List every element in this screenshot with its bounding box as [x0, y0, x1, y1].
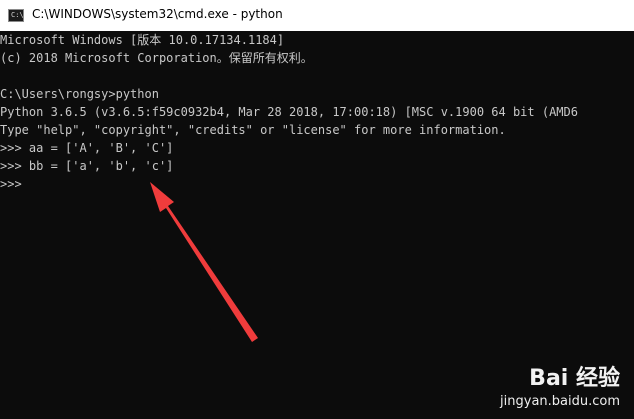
console-line: >>> aa = ['A', 'B', 'C'] [0, 141, 174, 155]
console-line: Type "help", "copyright", "credits" or "… [0, 123, 506, 137]
title-bar[interactable]: C:\ C:\WINDOWS\system32\cmd.exe - python [0, 0, 634, 31]
console-prompt-line[interactable]: >>> [0, 175, 29, 193]
console-line: Microsoft Windows [版本 10.0.17134.1184] [0, 33, 285, 47]
console-line: >>> bb = ['a', 'b', 'c'] [0, 159, 174, 173]
console-line: C:\Users\rongsy>python [0, 87, 159, 101]
watermark-brand: Bai 经验 [529, 366, 620, 391]
watermark-url: jingyan.baidu.com [500, 394, 620, 409]
cmd-icon-label: C:\ [11, 11, 24, 19]
console-line: (c) 2018 Microsoft Corporation。保留所有权利。 [0, 51, 313, 65]
window-title: C:\WINDOWS\system32\cmd.exe - python [32, 7, 283, 21]
cmd-window-icon[interactable]: C:\ [8, 9, 24, 22]
console-line: Python 3.6.5 (v3.6.5:f59c0932b4, Mar 28 … [0, 105, 578, 119]
baidu-jingyan-watermark: Bai 经验 jingyan.baidu.com [500, 360, 620, 409]
